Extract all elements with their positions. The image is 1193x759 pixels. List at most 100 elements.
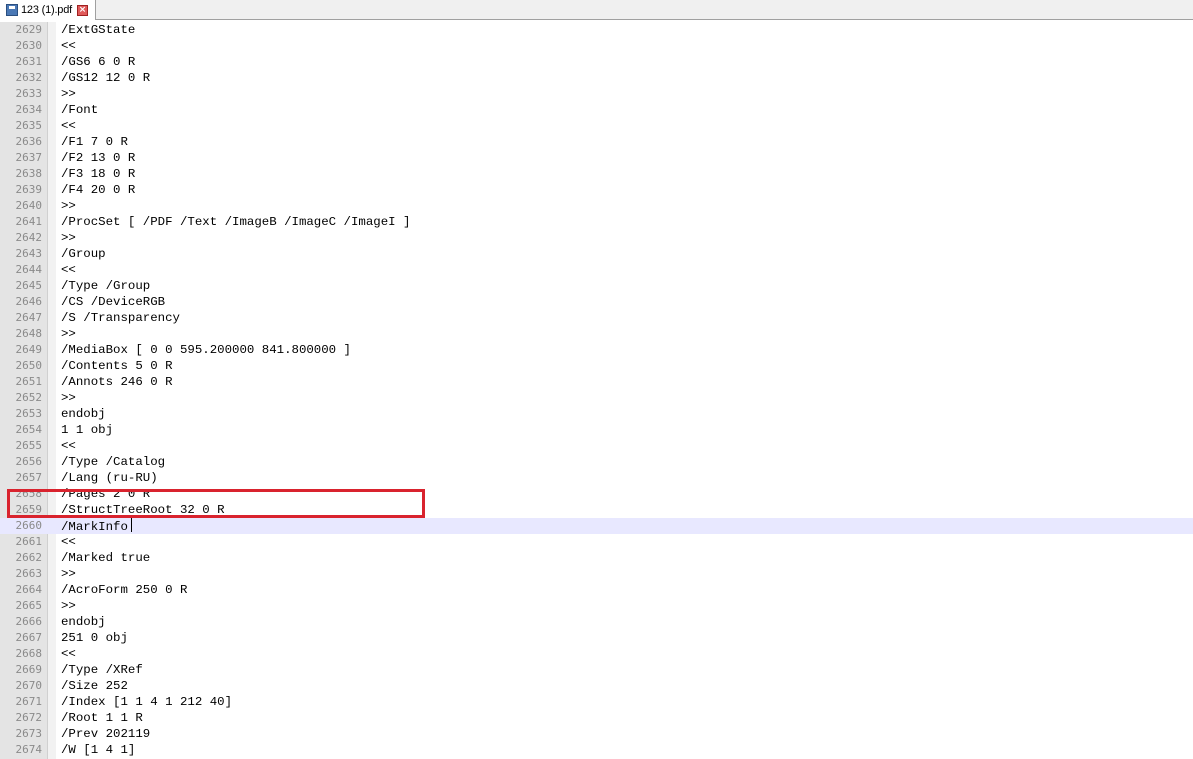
code-line[interactable]: 2666 endobj	[0, 614, 1193, 630]
line-number: 2643	[15, 247, 43, 260]
line-number: 2671	[15, 695, 43, 708]
line-text: 251 0 obj	[61, 631, 128, 645]
line-text: /CS /DeviceRGB	[61, 295, 166, 309]
code-line[interactable]: 2645/Type /Group	[0, 278, 1193, 294]
line-text: /ProcSet [ /PDF /Text /ImageB /ImageC /I…	[61, 215, 411, 229]
line-text: /Prev 202119	[61, 727, 151, 741]
file-tab[interactable]: 123 (1).pdf ×	[0, 0, 96, 20]
annotation-highlight-box	[7, 489, 425, 518]
code-line[interactable]: 2672/Root 1 1 R	[0, 710, 1193, 726]
code-line[interactable]: 2660/MarkInfo	[0, 518, 1193, 534]
line-text: /Index [1 1 4 1 212 40]	[61, 695, 233, 709]
line-text: /Type /Catalog	[61, 455, 166, 469]
code-line[interactable]: 2655 <<	[0, 438, 1193, 454]
code-line[interactable]: 2644 <<	[0, 262, 1193, 278]
line-text: endobj	[61, 407, 106, 421]
line-number: 2639	[15, 183, 43, 196]
code-line[interactable]: 2647/S /Transparency	[0, 310, 1193, 326]
save-disk-icon	[6, 4, 18, 16]
text-caret	[130, 518, 132, 532]
line-number: 2632	[15, 71, 43, 84]
code-line[interactable]: 2646/CS /DeviceRGB	[0, 294, 1193, 310]
code-line[interactable]: 2664/AcroForm 250 0 R	[0, 582, 1193, 598]
line-number: 2669	[15, 663, 43, 676]
code-line[interactable]: 2651/Annots 246 0 R	[0, 374, 1193, 390]
line-text: <<	[61, 39, 76, 53]
code-line[interactable]: 2663 >>	[0, 566, 1193, 582]
line-number: 2637	[15, 151, 43, 164]
code-line[interactable]: 2674/W [1 4 1]	[0, 742, 1193, 758]
code-line[interactable]: 2634/Font	[0, 102, 1193, 118]
line-text: /Marked true	[61, 551, 151, 565]
code-line[interactable]: 2652 >>	[0, 390, 1193, 406]
line-number: 2654	[15, 423, 43, 436]
code-line[interactable]: 2643/Group	[0, 246, 1193, 262]
line-number: 2651	[15, 375, 43, 388]
code-line[interactable]: 2649/MediaBox [ 0 0 595.200000 841.80000…	[0, 342, 1193, 358]
code-line[interactable]: 2640 >>	[0, 198, 1193, 214]
close-icon[interactable]: ×	[77, 4, 89, 16]
code-line[interactable]: 2668 <<	[0, 646, 1193, 662]
code-line[interactable]: 2669/Type /XRef	[0, 662, 1193, 678]
code-line[interactable]: 2662/Marked true	[0, 550, 1193, 566]
code-line[interactable]: 2629/ExtGState	[0, 22, 1193, 38]
code-line[interactable]: 2657/Lang (ru-RU)	[0, 470, 1193, 486]
tab-title: 123 (1).pdf	[21, 4, 73, 16]
code-line[interactable]: 2639/F4 20 0 R	[0, 182, 1193, 198]
line-number: 2635	[15, 119, 43, 132]
line-text: /AcroForm 250 0 R	[61, 583, 188, 597]
code-line[interactable]: 2650/Contents 5 0 R	[0, 358, 1193, 374]
code-line[interactable]: 2656/Type /Catalog	[0, 454, 1193, 470]
code-line[interactable]: 2630 <<	[0, 38, 1193, 54]
code-line[interactable]: 2665 >>	[0, 598, 1193, 614]
line-text: >>	[61, 87, 76, 101]
line-number: 2641	[15, 215, 43, 228]
line-text: /Type /Group	[61, 279, 151, 293]
line-text: /ExtGState	[61, 23, 136, 37]
code-line[interactable]: 2638/F3 18 0 R	[0, 166, 1193, 182]
line-text: /Group	[61, 247, 106, 261]
line-number: 2652	[15, 391, 43, 404]
code-line[interactable]: 2632/GS12 12 0 R	[0, 70, 1193, 86]
line-number: 2646	[15, 295, 43, 308]
line-text: /S /Transparency	[61, 311, 180, 325]
code-line[interactable]: 2661 <<	[0, 534, 1193, 550]
code-line[interactable]: 2636/F1 7 0 R	[0, 134, 1193, 150]
code-line[interactable]: 2642 >>	[0, 230, 1193, 246]
line-text: /F4 20 0 R	[61, 183, 136, 197]
line-text: /W [1 4 1]	[61, 743, 136, 757]
code-line[interactable]: 2648 >>	[0, 326, 1193, 342]
line-number: 2644	[15, 263, 43, 276]
code-line[interactable]: 2641/ProcSet [ /PDF /Text /ImageB /Image…	[0, 214, 1193, 230]
line-text: <<	[61, 263, 76, 277]
code-line[interactable]: 2670/Size 252	[0, 678, 1193, 694]
code-line[interactable]: 2671/Index [1 1 4 1 212 40]	[0, 694, 1193, 710]
line-number: 2672	[15, 711, 43, 724]
line-number: 2662	[15, 551, 43, 564]
line-text: 1 1 obj	[61, 423, 114, 437]
line-number: 2661	[15, 535, 43, 548]
line-number: 2648	[15, 327, 43, 340]
line-number: 2633	[15, 87, 43, 100]
line-number: 2668	[15, 647, 43, 660]
line-number: 2670	[15, 679, 43, 692]
line-number: 2634	[15, 103, 43, 116]
line-text: >>	[61, 391, 76, 405]
line-number: 2645	[15, 279, 43, 292]
line-text: /MarkInfo	[61, 518, 132, 535]
code-line[interactable]: 2637/F2 13 0 R	[0, 150, 1193, 166]
code-line[interactable]: 2631/GS6 6 0 R	[0, 54, 1193, 70]
code-line[interactable]: 2653 endobj	[0, 406, 1193, 422]
line-number: 2650	[15, 359, 43, 372]
code-line[interactable]: 2635 <<	[0, 118, 1193, 134]
line-number: 2655	[15, 439, 43, 452]
text-editor[interactable]: 2629/ExtGState 2630 << 2631/GS6 6 0 R 2632/G…	[0, 22, 1193, 759]
line-number: 2653	[15, 407, 43, 420]
line-number: 2638	[15, 167, 43, 180]
code-line[interactable]: 2654 1 1 obj	[0, 422, 1193, 438]
code-line[interactable]: 2633 >>	[0, 86, 1193, 102]
line-text: >>	[61, 599, 76, 613]
line-text: /MediaBox [ 0 0 595.200000 841.800000 ]	[61, 343, 351, 357]
code-line[interactable]: 2673/Prev 202119	[0, 726, 1193, 742]
code-line[interactable]: 2667 251 0 obj	[0, 630, 1193, 646]
